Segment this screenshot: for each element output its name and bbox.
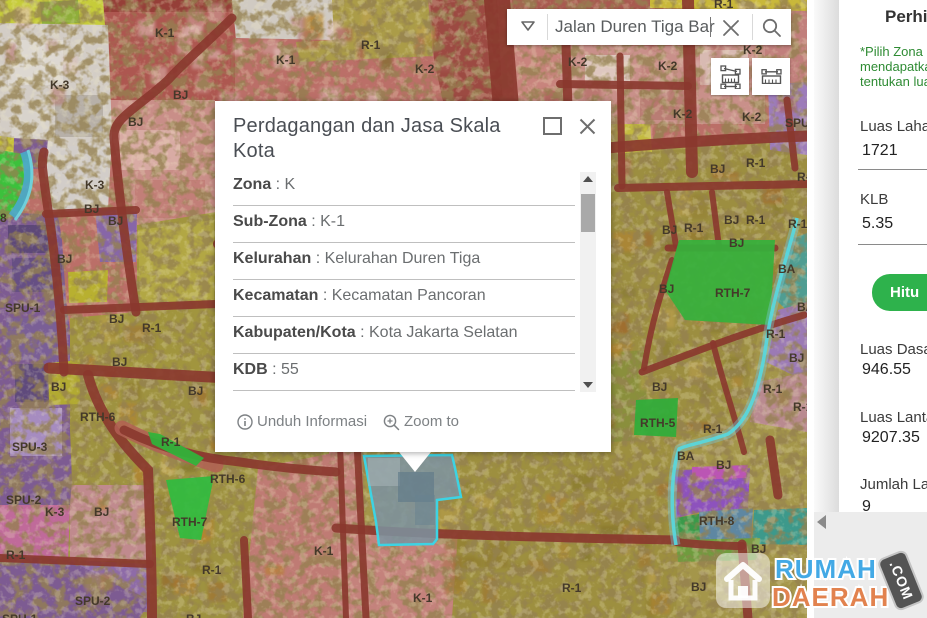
svg-text:BJ: BJ xyxy=(652,380,667,394)
svg-text:K-1: K-1 xyxy=(155,26,175,40)
svg-text:K-2: K-2 xyxy=(743,43,763,57)
svg-text:K-3: K-3 xyxy=(50,78,70,92)
svg-text:RTH-7: RTH-7 xyxy=(172,515,208,529)
svg-text:K-1: K-1 xyxy=(413,591,433,605)
svg-text:R-1: R-1 xyxy=(202,563,222,577)
svg-text:BJ: BJ xyxy=(51,380,66,394)
svg-text:BA: BA xyxy=(778,262,796,276)
svg-text:BJ: BJ xyxy=(109,312,124,326)
svg-text:K-2: K-2 xyxy=(742,110,762,124)
svg-text:R-1: R-1 xyxy=(746,213,766,227)
svg-text:8: 8 xyxy=(0,211,7,225)
svg-text:K-2: K-2 xyxy=(658,59,678,73)
svg-text:BJ: BJ xyxy=(724,213,739,227)
svg-text:RTH-8: RTH-8 xyxy=(699,514,735,528)
svg-text:RTH-5: RTH-5 xyxy=(640,416,676,430)
svg-text:SPU-2: SPU-2 xyxy=(75,594,111,608)
svg-text:K-1: K-1 xyxy=(314,544,334,558)
svg-text:BJ: BJ xyxy=(128,115,143,129)
svg-text:RTH-7: RTH-7 xyxy=(715,286,751,300)
svg-text:BJ: BJ xyxy=(662,223,677,237)
svg-text:BJ: BJ xyxy=(112,355,127,369)
svg-text:K-3: K-3 xyxy=(85,178,105,192)
svg-text:K-2: K-2 xyxy=(415,62,435,76)
svg-text:BJ: BJ xyxy=(84,202,99,216)
svg-text:K-1: K-1 xyxy=(276,53,296,67)
svg-text:K-2: K-2 xyxy=(673,107,693,121)
svg-text:SPU: SPU xyxy=(785,116,810,130)
svg-text:BJ: BJ xyxy=(188,384,203,398)
svg-text:R-1: R-1 xyxy=(703,422,723,436)
svg-text:BJ: BJ xyxy=(108,214,123,228)
svg-text:K-3: K-3 xyxy=(45,505,65,519)
svg-text:RTH-6: RTH-6 xyxy=(210,472,246,486)
svg-text:R-1: R-1 xyxy=(562,581,582,595)
svg-text:BJ: BJ xyxy=(186,612,201,618)
svg-text:R-1: R-1 xyxy=(766,327,786,341)
svg-text:R-1: R-1 xyxy=(684,221,704,235)
svg-text:BJ: BJ xyxy=(710,162,725,176)
svg-text:BJ: BJ xyxy=(789,351,804,365)
svg-text:SPU-3: SPU-3 xyxy=(12,440,48,454)
svg-text:SPU-2: SPU-2 xyxy=(6,493,42,507)
svg-text:BJ: BJ xyxy=(729,236,744,250)
svg-text:R-1: R-1 xyxy=(746,156,766,170)
svg-text:BJ: BJ xyxy=(659,282,674,296)
svg-text:R-1: R-1 xyxy=(788,217,808,231)
svg-text:SPU-1: SPU-1 xyxy=(5,301,41,315)
svg-text:SPU-1: SPU-1 xyxy=(2,612,38,618)
svg-text:R-1: R-1 xyxy=(361,38,381,52)
svg-text:K-2: K-2 xyxy=(568,55,588,69)
svg-text:R-1: R-1 xyxy=(763,382,783,396)
svg-text:R-1: R-1 xyxy=(6,548,26,562)
svg-text:BJ: BJ xyxy=(94,505,109,519)
svg-text:BA: BA xyxy=(677,449,695,463)
svg-text:R-1: R-1 xyxy=(161,435,181,449)
svg-text:BJ: BJ xyxy=(716,458,731,472)
svg-text:BJ: BJ xyxy=(173,88,188,102)
svg-text:RTH-6: RTH-6 xyxy=(80,410,116,424)
svg-text:R-1: R-1 xyxy=(142,321,162,335)
svg-text:BJ: BJ xyxy=(57,252,72,266)
